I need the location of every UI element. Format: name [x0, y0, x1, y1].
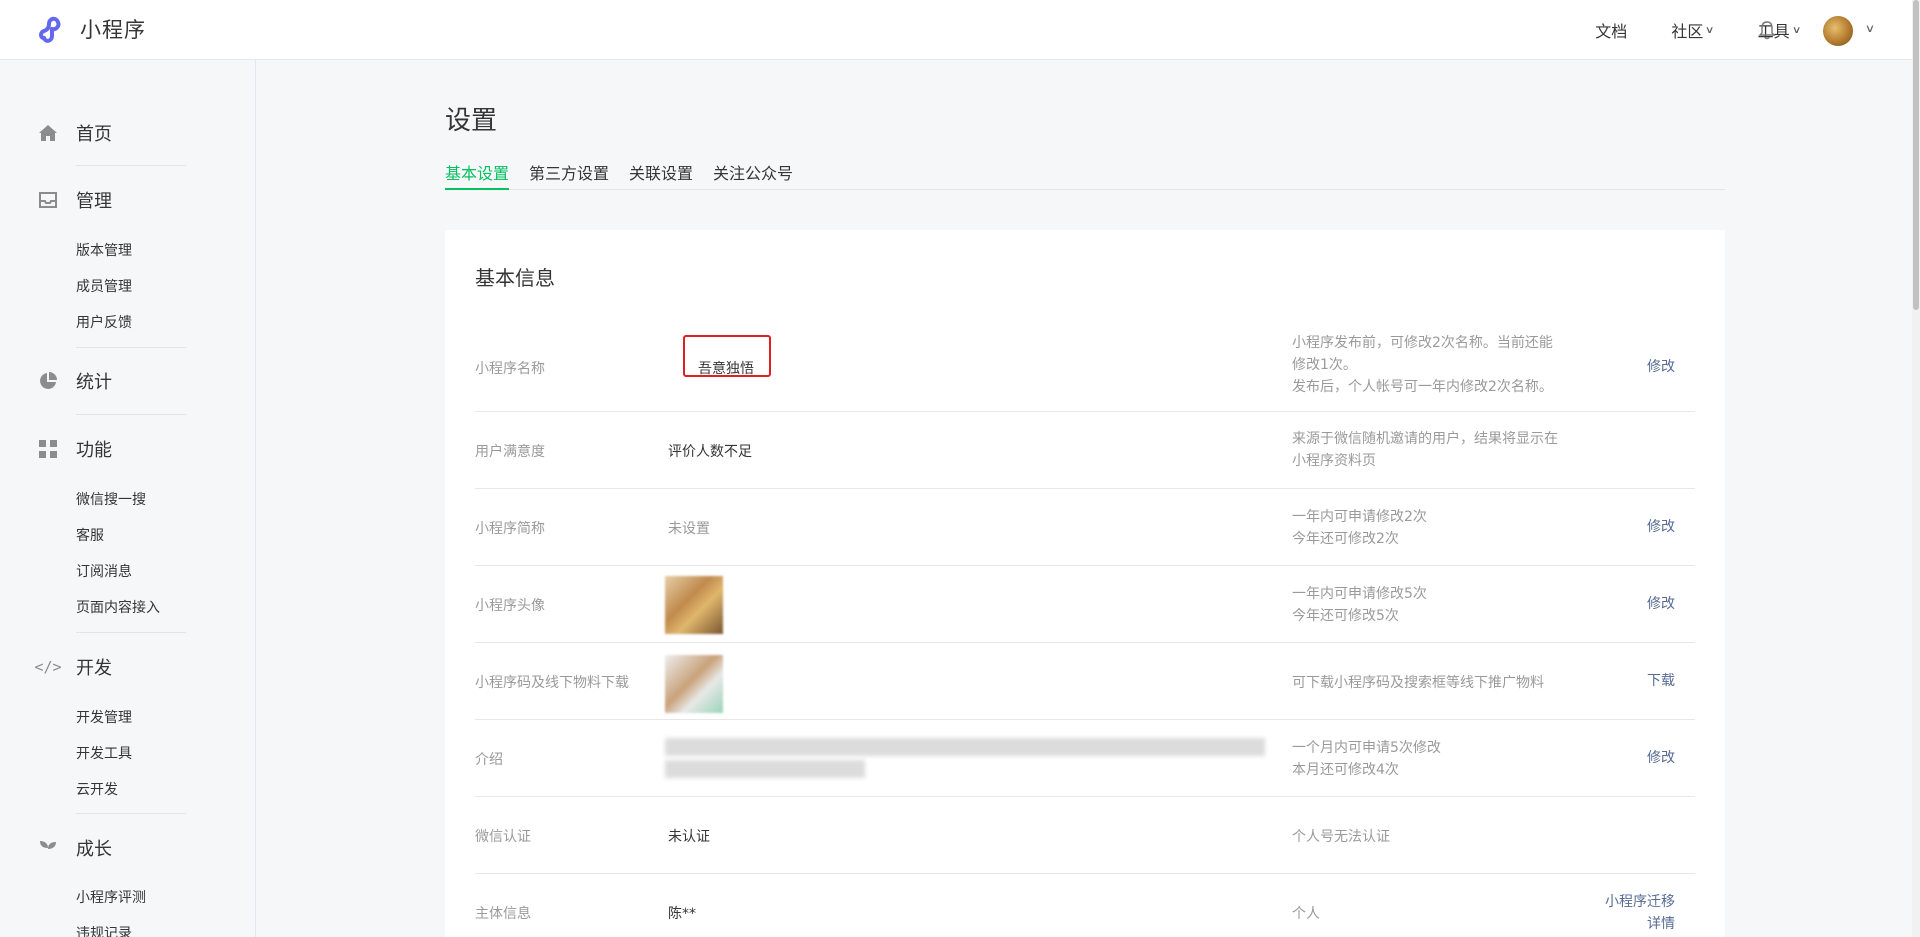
sidebar-group-features[interactable]: 功能 [38, 436, 188, 462]
sidebar-group-label: 功能 [76, 440, 112, 461]
sidebar-item-label: 统计 [76, 372, 112, 393]
divider [76, 165, 186, 166]
row-label: 小程序头像 [475, 598, 545, 614]
row-subject: 主体信息 陈** 个人 小程序迁移 详情 [475, 874, 1695, 937]
section-title: 基本信息 [475, 266, 555, 290]
divider [76, 347, 186, 348]
sidebar-item-version[interactable]: 版本管理 [76, 240, 132, 260]
sidebar-item-violations[interactable]: 违规记录 [76, 923, 132, 937]
row-name: 小程序名称 吾意独悟 小程序发布前，可修改2次名称。当前还能修改1次。 发布后，… [475, 330, 1695, 412]
sidebar-item-home[interactable]: 首页 [38, 120, 188, 146]
sidebar-item-customer-service[interactable]: 客服 [76, 525, 104, 545]
sidebar-group-label: 开发 [76, 658, 112, 679]
page-title: 设置 [445, 106, 498, 136]
tab-basic[interactable]: 基本设置 [445, 160, 510, 190]
chevron-down-icon: ∨ [1791, 24, 1802, 36]
sidebar-item-cloud-dev[interactable]: 云开发 [76, 779, 118, 799]
sidebar-item-stats[interactable]: 统计 [38, 368, 188, 394]
row-value: 未认证 [668, 829, 710, 845]
tab-follow-account[interactable]: 关注公众号 [713, 160, 793, 190]
scrollbar-thumb[interactable] [1913, 0, 1919, 310]
chevron-down-icon[interactable]: ∨ [1865, 22, 1875, 35]
sidebar-item-dev-manage[interactable]: 开发管理 [76, 707, 132, 727]
nav-community[interactable]: 社区 ∨ [1671, 18, 1715, 42]
row-tip: 小程序发布前，可修改2次名称。当前还能修改1次。 发布后，个人帐号可一年内修改2… [1292, 335, 1553, 395]
grid-icon [38, 439, 58, 459]
home-icon [38, 123, 58, 143]
download-link[interactable]: 下载 [1647, 670, 1675, 692]
row-tip: 一年内可申请修改5次 今年还可修改5次 [1292, 586, 1427, 624]
divider [76, 414, 186, 415]
row-tip: 一个月内可申请5次修改 本月还可修改4次 [1292, 740, 1441, 778]
row-tip: 来源于微信随机邀请的用户，结果将显示在小程序资料页 [1292, 431, 1558, 469]
sidebar: 首页 管理 版本管理 成员管理 用户反馈 统计 功能 微信搜一搜 客服 订阅消息… [0, 60, 256, 937]
brand-name: 小程序 [80, 18, 146, 42]
row-intro: 介绍 一个月内可申请5次修改 本月还可修改4次 修改 [475, 720, 1695, 797]
sidebar-item-feedback[interactable]: 用户反馈 [76, 312, 132, 332]
nav-docs-label: 文档 [1595, 22, 1628, 41]
row-tip: 一年内可申请修改2次 今年还可修改2次 [1292, 509, 1427, 547]
row-tip: 可下载小程序码及搜索框等线下推广物料 [1292, 675, 1544, 691]
migrate-link[interactable]: 小程序迁移 [1605, 891, 1675, 913]
row-label: 用户满意度 [475, 444, 545, 460]
sidebar-group-label: 成长 [76, 839, 112, 860]
row-tip: 个人号无法认证 [1292, 829, 1390, 845]
row-label: 小程序名称 [475, 361, 545, 377]
sidebar-group-label: 管理 [76, 191, 112, 212]
row-label: 介绍 [475, 752, 503, 768]
row-label: 小程序简称 [475, 521, 545, 537]
sidebar-group-dev[interactable]: </> 开发 [34, 654, 188, 680]
top-bar: 小程序 文档 社区 ∨ 工具 ∨ ∨ [0, 0, 1920, 60]
row-certification: 微信认证 未认证 个人号无法认证 [475, 797, 1695, 874]
avatar[interactable] [1823, 16, 1853, 46]
edit-intro-link[interactable]: 修改 [1647, 747, 1675, 769]
inbox-icon [38, 190, 58, 210]
sidebar-item-label: 首页 [76, 124, 112, 145]
row-label: 主体信息 [475, 906, 531, 922]
sprout-icon [38, 838, 58, 858]
sidebar-item-evaluation[interactable]: 小程序评测 [76, 887, 146, 907]
row-satisfaction: 用户满意度 评价人数不足 来源于微信随机邀请的用户，结果将显示在小程序资料页 [475, 412, 1695, 489]
details-link[interactable]: 详情 [1647, 913, 1675, 935]
tab-third-party[interactable]: 第三方设置 [529, 160, 609, 190]
row-qrcode: 小程序码及线下物料下载 可下载小程序码及搜索框等线下推广物料 下载 [475, 643, 1695, 720]
sidebar-item-subscribe[interactable]: 订阅消息 [76, 561, 132, 581]
intro-text-redacted [665, 738, 1265, 756]
intro-text-redacted [665, 760, 865, 778]
edit-short-name-link[interactable]: 修改 [1647, 516, 1675, 538]
row-value: 陈** [668, 906, 696, 922]
row-value: 未设置 [668, 521, 710, 537]
brand[interactable]: 小程序 [38, 14, 146, 44]
sidebar-group-manage[interactable]: 管理 [38, 187, 188, 213]
row-label: 小程序码及线下物料下载 [475, 675, 629, 691]
row-label: 微信认证 [475, 829, 531, 845]
row-value: 吾意独悟 [698, 361, 754, 377]
divider [76, 632, 186, 633]
sidebar-item-dev-tools[interactable]: 开发工具 [76, 743, 132, 763]
settings-tabs: 基本设置 第三方设置 关联设置 关注公众号 [445, 160, 1725, 190]
divider [76, 813, 186, 814]
nav-community-label: 社区 [1671, 22, 1704, 41]
bell-icon[interactable] [1758, 20, 1776, 40]
sidebar-item-wechat-search[interactable]: 微信搜一搜 [76, 489, 146, 509]
qrcode-image [665, 655, 723, 713]
sidebar-item-members[interactable]: 成员管理 [76, 276, 132, 296]
scrollbar[interactable] [1912, 0, 1920, 937]
row-value: 评价人数不足 [668, 444, 752, 460]
basic-info-card: 基本信息 小程序名称 吾意独悟 小程序发布前，可修改2次名称。当前还能修改1次。… [445, 230, 1725, 937]
row-avatar: 小程序头像 一年内可申请修改5次 今年还可修改5次 修改 [475, 566, 1695, 643]
row-tip: 个人 [1292, 906, 1320, 922]
chevron-down-icon: ∨ [1705, 24, 1715, 36]
edit-avatar-link[interactable]: 修改 [1647, 593, 1675, 615]
tab-related[interactable]: 关联设置 [629, 160, 693, 190]
sidebar-group-growth[interactable]: 成长 [38, 835, 188, 861]
sidebar-item-content[interactable]: 页面内容接入 [76, 597, 160, 617]
code-icon: </> [34, 658, 62, 676]
row-short-name: 小程序简称 未设置 一年内可申请修改2次 今年还可修改2次 修改 [475, 489, 1695, 566]
miniprogram-logo-icon [39, 16, 61, 43]
miniprogram-avatar-image [665, 576, 723, 634]
edit-name-link[interactable]: 修改 [1647, 356, 1675, 378]
pie-chart-icon [38, 371, 58, 391]
nav-docs[interactable]: 文档 [1595, 18, 1627, 42]
